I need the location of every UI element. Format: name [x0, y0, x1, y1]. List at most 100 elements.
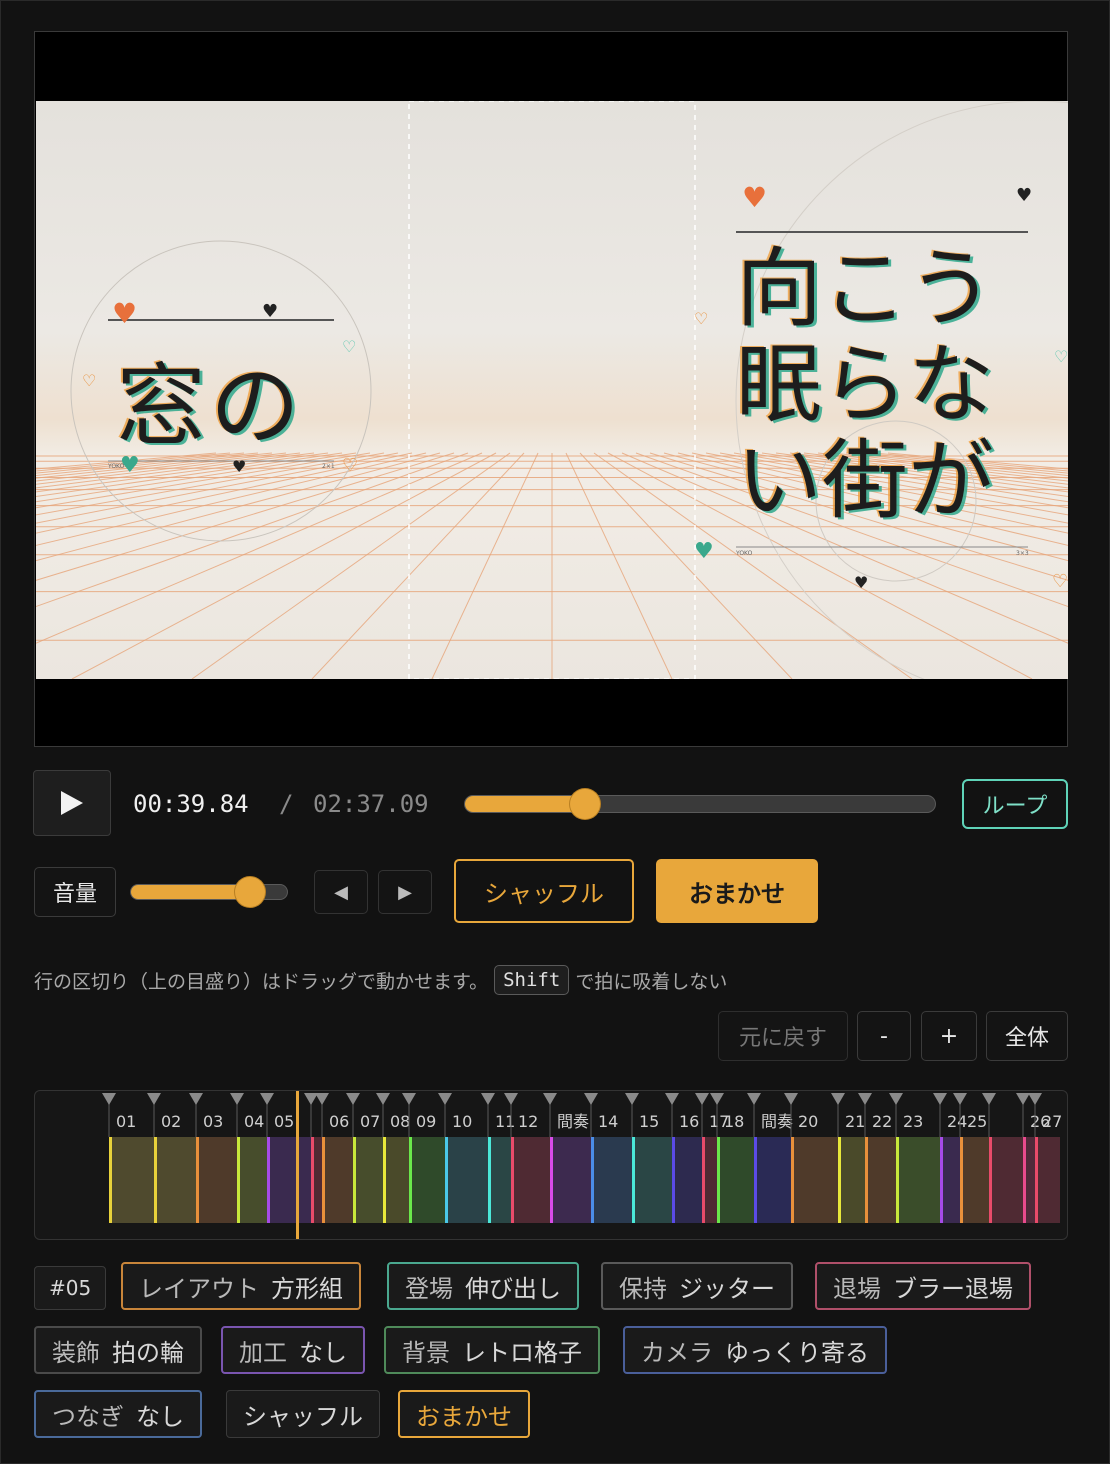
omakase-button[interactable]: おまかせ — [656, 859, 818, 923]
lyric-right-line: い街が — [736, 431, 994, 531]
segment-label: 22 — [872, 1112, 892, 1131]
line-divider-handle[interactable] — [189, 1093, 203, 1105]
shuffle-button[interactable]: シャッフル — [454, 859, 634, 923]
line-divider-handle[interactable] — [695, 1093, 709, 1105]
volume-handle[interactable] — [234, 877, 265, 907]
exit-tag[interactable]: 退場 ブラー退場 — [815, 1262, 1031, 1310]
timeline-segment[interactable] — [237, 1137, 267, 1223]
timeline-segment[interactable] — [267, 1137, 311, 1223]
line-divider-handle[interactable] — [147, 1093, 161, 1105]
segment-edge — [838, 1137, 841, 1223]
timeline-segment[interactable] — [409, 1137, 445, 1223]
line-divider-handle[interactable] — [304, 1093, 318, 1105]
line-divider-handle[interactable] — [953, 1093, 967, 1105]
timeline-segment[interactable] — [353, 1137, 383, 1223]
hint-text-suffix: で拍に吸着しない — [575, 970, 728, 993]
line-divider-handle[interactable] — [858, 1093, 872, 1105]
timeline-segment[interactable] — [591, 1137, 632, 1223]
line-divider-handle[interactable] — [260, 1093, 274, 1105]
line-divider-handle[interactable] — [982, 1093, 996, 1105]
segment-label: 23 — [903, 1112, 923, 1131]
play-button[interactable] — [33, 770, 111, 836]
timeline-segment[interactable] — [791, 1137, 838, 1223]
tag-key: 登場 — [405, 1274, 453, 1303]
enter-tag[interactable]: 登場 伸び出し — [387, 1262, 579, 1310]
line-divider-handle[interactable] — [933, 1093, 947, 1105]
seek-slider[interactable] — [464, 789, 936, 819]
timeline-segment[interactable] — [445, 1137, 488, 1223]
line-divider-handle[interactable] — [438, 1093, 452, 1105]
segment-label: 27 — [1042, 1112, 1062, 1131]
volume-fill — [131, 885, 248, 899]
volume-slider[interactable] — [130, 877, 288, 907]
camera-tag[interactable]: カメラ ゆっくり寄る — [623, 1326, 887, 1374]
timeline-segment[interactable] — [383, 1137, 409, 1223]
timeline-segment[interactable] — [865, 1137, 896, 1223]
line-divider-handle[interactable] — [889, 1093, 903, 1105]
line-divider-handle[interactable] — [1016, 1093, 1030, 1105]
segment-edge — [591, 1137, 594, 1223]
line-divider-handle[interactable] — [1028, 1093, 1042, 1105]
lyrics-timeline[interactable]: 01 02 03 04 05 06 07 08 09 10 11 12 間奏 14 15 16 17 18 間奏 20… — [34, 1090, 1068, 1240]
timeline-segment[interactable] — [838, 1137, 865, 1223]
tag-omakase-button[interactable]: おまかせ — [398, 1390, 530, 1438]
line-divider-handle[interactable] — [710, 1093, 724, 1105]
prev-line-button[interactable]: ◀ — [314, 870, 368, 914]
transition-tag[interactable]: つなぎ なし — [34, 1390, 202, 1438]
line-divider-handle[interactable] — [481, 1093, 495, 1105]
zoom-in-button[interactable]: + — [921, 1011, 977, 1061]
volume-button[interactable]: 音量 — [34, 867, 116, 917]
timeline-segment[interactable] — [896, 1137, 940, 1223]
line-divider-handle[interactable] — [230, 1093, 244, 1105]
segment-label: 20 — [798, 1112, 818, 1131]
video-preview[interactable]: ♥ ♥ ♡ ♡ ♥ ♥ ♡ ♥ ♥ ♡ ♡ ♥ ♥ ♡ 窓の 向こう 眠らな い… — [34, 31, 1068, 747]
seek-fill — [465, 796, 585, 812]
seek-handle[interactable] — [569, 789, 600, 819]
segment-label: 14 — [598, 1112, 618, 1131]
timeline-segment[interactable] — [1035, 1137, 1060, 1223]
line-divider-handle[interactable] — [543, 1093, 557, 1105]
hold-tag[interactable]: 保持 ジッター — [601, 1262, 793, 1310]
line-divider-handle[interactable] — [376, 1093, 390, 1105]
loop-button[interactable]: ループ — [962, 779, 1068, 829]
timeline-segment[interactable] — [109, 1137, 154, 1223]
timeline-segment[interactable] — [322, 1137, 353, 1223]
timeline-segment[interactable] — [550, 1137, 591, 1223]
timeline-segment[interactable] — [511, 1137, 550, 1223]
drag-hint: 行の区切り（上の目盛り）はドラッグで動かせます。 Shift で拍に吸着しない — [34, 965, 727, 995]
timeline-segment[interactable] — [632, 1137, 672, 1223]
line-divider-handle[interactable] — [831, 1093, 845, 1105]
segment-label: 25 — [967, 1112, 987, 1131]
line-divider-handle[interactable] — [665, 1093, 679, 1105]
timeline-segment[interactable] — [488, 1137, 511, 1223]
line-divider-handle[interactable] — [625, 1093, 639, 1105]
tag-key: 退場 — [833, 1274, 881, 1303]
timeline-segment[interactable] — [154, 1137, 196, 1223]
segment-edge — [791, 1137, 794, 1223]
undo-button[interactable]: 元に戻す — [718, 1011, 848, 1061]
decoration-tag[interactable]: 装飾 拍の輪 — [34, 1326, 202, 1374]
timeline-segment[interactable] — [672, 1137, 702, 1223]
line-divider-handle[interactable] — [784, 1093, 798, 1105]
timeline-segment[interactable] — [754, 1137, 791, 1223]
background-tag[interactable]: 背景 レトロ格子 — [384, 1326, 600, 1374]
line-divider-handle[interactable] — [402, 1093, 416, 1105]
fit-all-button[interactable]: 全体 — [986, 1011, 1068, 1061]
layout-tag[interactable]: レイアウト 方形組 — [121, 1262, 361, 1310]
timeline-segment[interactable] — [717, 1137, 754, 1223]
line-divider-handle[interactable] — [584, 1093, 598, 1105]
timeline-track[interactable]: 01 02 03 04 05 06 07 08 09 10 11 12 間奏 14 15 16 1718 間奏 20… — [35, 1091, 1068, 1240]
timeline-segment[interactable] — [989, 1137, 1023, 1223]
line-divider-handle[interactable] — [504, 1093, 518, 1105]
timeline-segment[interactable] — [960, 1137, 989, 1223]
line-divider-handle[interactable] — [747, 1093, 761, 1105]
processing-tag[interactable]: 加工 なし — [221, 1326, 365, 1374]
tag-shuffle-button[interactable]: シャッフル — [226, 1390, 380, 1438]
line-divider-handle[interactable] — [102, 1093, 116, 1105]
zoom-out-button[interactable]: - — [857, 1011, 911, 1061]
segment-edge — [154, 1137, 157, 1223]
line-divider-handle[interactable] — [315, 1093, 329, 1105]
next-line-button[interactable]: ▶ — [378, 870, 432, 914]
line-divider-handle[interactable] — [346, 1093, 360, 1105]
timeline-segment[interactable] — [196, 1137, 237, 1223]
